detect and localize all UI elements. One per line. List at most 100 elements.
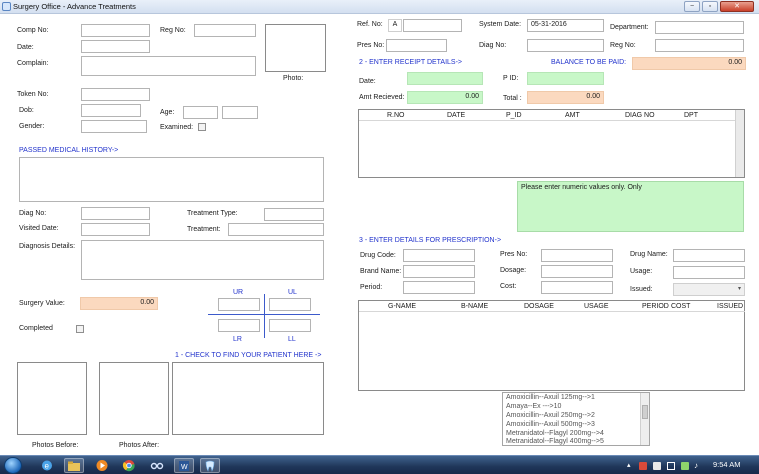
drug-list-item[interactable]: Amoxicillin--Axuil 125mg-->1	[506, 394, 595, 401]
prescription-col-period[interactable]: PERIOD	[642, 303, 669, 310]
cost-input[interactable]	[541, 281, 613, 294]
diag-no-right-input[interactable]	[527, 39, 604, 52]
word-icon[interactable]: W	[174, 458, 194, 473]
drug-list-item[interactable]: Amaya--Ex --->10	[506, 403, 561, 410]
taskbar-clock[interactable]: 9:54 AM	[713, 460, 741, 469]
prescription-col-issued[interactable]: ISSUED	[717, 303, 743, 310]
date-input[interactable]	[81, 40, 150, 53]
age-label: Age:	[160, 109, 175, 116]
lr-input[interactable]	[218, 319, 260, 332]
prescription-col-bname[interactable]: B-NAME	[461, 303, 488, 310]
dosage-input[interactable]	[541, 265, 613, 278]
surgery-app-icon[interactable]	[200, 458, 220, 473]
receipt-col-rno[interactable]: R.NO	[387, 112, 405, 119]
diag-no-input[interactable]	[81, 207, 150, 220]
balance-field[interactable]: 0.00	[632, 57, 746, 70]
receipt-grid-scrollbar[interactable]	[735, 110, 744, 177]
scrollbar-thumb[interactable]	[642, 405, 648, 419]
app-icon	[2, 2, 11, 11]
age-months-input[interactable]	[222, 106, 258, 119]
cost-label: Cost:	[500, 283, 517, 290]
drug-list-item[interactable]: Metranidatol--Flagyl 400mg-->5	[506, 438, 604, 445]
reg-no-input[interactable]	[194, 24, 256, 37]
receipt-col-diag-no[interactable]: DIAG NO	[625, 112, 655, 119]
receipt-heading: 2 - ENTER RECEIPT DETAILS->	[359, 59, 463, 66]
drug-code-input[interactable]	[403, 249, 475, 262]
volume-icon[interactable]: ♪	[694, 461, 698, 470]
close-button[interactable]: ✕	[720, 1, 754, 12]
drug-list-item[interactable]: Amoxicillin--Axuil 500mg-->3	[506, 421, 595, 428]
complain-input[interactable]	[81, 56, 256, 76]
completed-checkbox[interactable]	[76, 325, 84, 333]
treatment-label: Treatment:	[187, 226, 221, 233]
usage-input[interactable]	[673, 266, 745, 279]
ll-input[interactable]	[269, 319, 311, 332]
prescription-grid-header: G-NAME B-NAME DOSAGE USAGE PERIOD COST I…	[359, 301, 745, 312]
department-input[interactable]	[655, 21, 744, 34]
token-no-label: Token No:	[17, 91, 49, 98]
receipt-col-amt[interactable]: AMT	[565, 112, 580, 119]
examined-label: Examined:	[160, 124, 194, 131]
battery-icon[interactable]	[681, 462, 689, 470]
reg-no-right-input[interactable]	[655, 39, 744, 52]
app-tray-icon[interactable]	[653, 462, 661, 470]
diag-no-label: Diag No:	[19, 210, 47, 217]
examined-checkbox[interactable]	[198, 123, 206, 131]
brand-name-input[interactable]	[403, 265, 475, 278]
total-field[interactable]: 0.00	[527, 91, 604, 104]
start-button[interactable]	[4, 457, 22, 474]
period-input[interactable]	[403, 281, 475, 294]
flag-icon[interactable]	[639, 462, 647, 470]
receipt-col-pid[interactable]: P_ID	[506, 112, 522, 119]
media-player-icon[interactable]	[92, 458, 112, 473]
drug-name-input[interactable]	[673, 249, 745, 262]
receipt-grid[interactable]: R.NO DATE P_ID AMT DIAG NO DPT	[358, 109, 745, 178]
drug-listbox-scrollbar[interactable]	[640, 393, 649, 445]
patient-search-box[interactable]	[172, 362, 324, 435]
maximize-button[interactable]: ▫	[702, 1, 718, 12]
surgery-value-field[interactable]: 0.00	[80, 297, 158, 310]
prescription-col-usage[interactable]: USAGE	[584, 303, 609, 310]
treatment-input[interactable]	[228, 223, 324, 236]
chrome-icon[interactable]	[119, 458, 139, 473]
drug-list-item[interactable]: Amoxicillin--Axuil 250mg-->2	[506, 412, 595, 419]
internet-explorer-icon[interactable]: e	[37, 458, 57, 473]
gender-input[interactable]	[81, 120, 147, 133]
ur-input[interactable]	[218, 298, 260, 311]
receipt-date-input[interactable]	[407, 72, 483, 85]
ul-input[interactable]	[269, 298, 311, 311]
pid-input[interactable]	[527, 72, 604, 85]
pres-no-input[interactable]	[386, 39, 447, 52]
drug-list-item[interactable]: Metranidatol--Flagyl 200mg-->4	[506, 430, 604, 437]
glasses-app-icon[interactable]	[147, 458, 167, 473]
prescription-col-gname[interactable]: G-NAME	[388, 303, 416, 310]
age-years-input[interactable]	[183, 106, 218, 119]
window-title: Surgery Office - Advance Treatments	[13, 2, 136, 11]
prescription-col-cost[interactable]: COST	[671, 303, 690, 310]
receipt-col-date[interactable]: DATE	[447, 112, 465, 119]
visited-date-input[interactable]	[81, 223, 150, 236]
treatment-type-input[interactable]	[264, 208, 324, 221]
completed-label: Completed	[19, 325, 53, 332]
system-date-field[interactable]: 05-31-2016	[527, 19, 604, 32]
diagnosis-details-textarea[interactable]	[81, 240, 324, 280]
ll-label: LL	[288, 336, 296, 343]
token-no-input[interactable]	[81, 88, 150, 101]
prescription-grid[interactable]: G-NAME B-NAME DOSAGE USAGE PERIOD COST I…	[358, 300, 745, 391]
pres-no-prescription-input[interactable]	[541, 249, 613, 262]
prescription-col-dosage[interactable]: DOSAGE	[524, 303, 554, 310]
gender-label: Gender:	[19, 123, 45, 130]
medical-history-textarea[interactable]	[19, 157, 324, 202]
drug-listbox[interactable]: Amoxicillin--Axuil 125mg-->1 Amaya--Ex -…	[502, 392, 650, 446]
ref-no-input[interactable]	[403, 19, 462, 32]
receipt-col-dpt[interactable]: DPT	[684, 112, 698, 119]
comp-no-input[interactable]	[81, 24, 150, 37]
period-label: Period:	[360, 284, 383, 291]
network-icon[interactable]	[667, 462, 675, 470]
chevron-up-icon[interactable]: ▴	[627, 461, 631, 469]
file-explorer-icon[interactable]	[64, 458, 84, 473]
issued-select[interactable]: ▾	[673, 283, 745, 296]
amt-received-field[interactable]: 0.00	[407, 91, 483, 104]
dob-input[interactable]	[81, 104, 141, 117]
minimize-button[interactable]: −	[684, 1, 700, 12]
